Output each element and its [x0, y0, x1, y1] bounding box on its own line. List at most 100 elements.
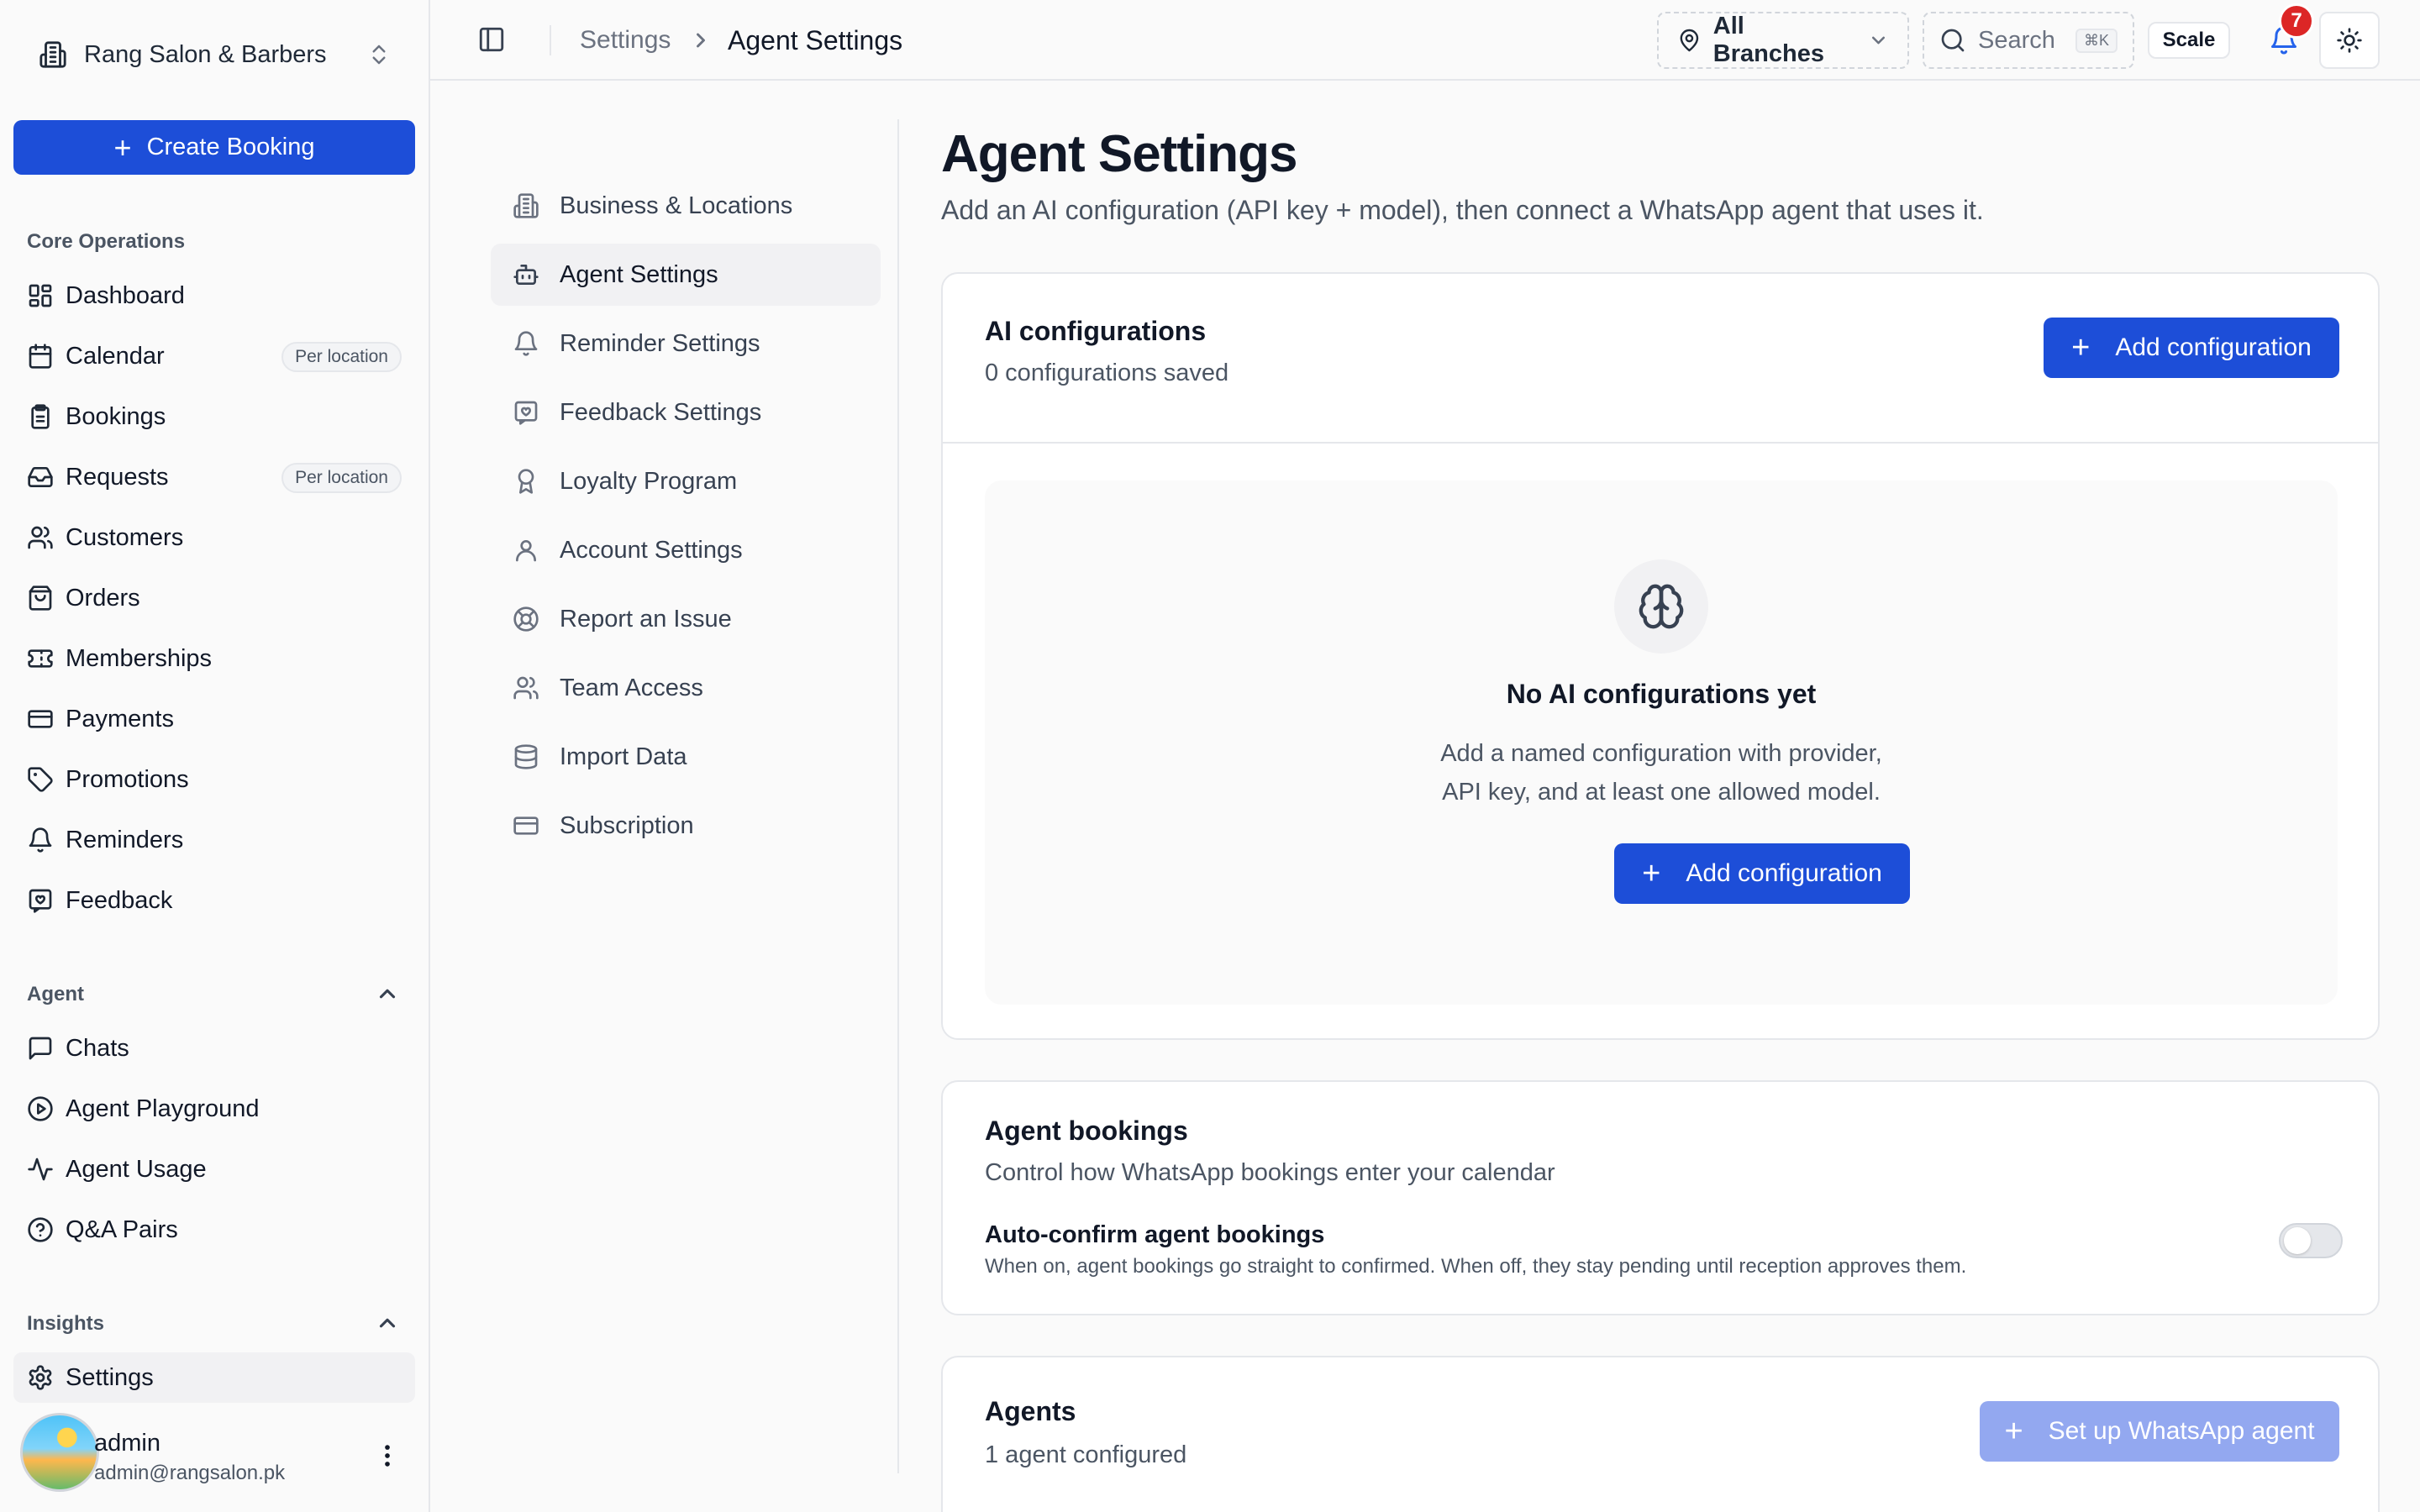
- sidebar-item-payments[interactable]: Payments: [13, 694, 415, 744]
- empty-state-title: No AI configurations yet: [1506, 679, 1817, 709]
- chevron-up-icon[interactable]: [375, 981, 400, 1006]
- card-title: AI configurations: [985, 316, 1207, 346]
- page-subtitle: Add an AI configuration (API key + model…: [941, 195, 1984, 225]
- sidebar-item-label: Payments: [66, 705, 174, 732]
- toggle-knob: [2284, 1227, 2311, 1254]
- sidebar-toggle-icon[interactable]: [477, 25, 506, 54]
- subnav-label: Import Data: [560, 743, 687, 770]
- agent-bookings-card: Agent bookings Control how WhatsApp book…: [941, 1080, 2380, 1315]
- chat-icon: [29, 1037, 52, 1060]
- help-circle-icon: [28, 1217, 53, 1242]
- credit-card-icon: [28, 710, 53, 728]
- user-menu[interactable]: admin admin@rangsalon.pk: [0, 1394, 429, 1512]
- message-heart-icon: [514, 401, 538, 425]
- plus-icon: +: [2004, 1414, 2023, 1449]
- shopping-bag-icon: [29, 585, 52, 611]
- map-pin-icon: [1680, 29, 1699, 52]
- button-label: Add configuration: [2115, 333, 2312, 361]
- sidebar-item-label: Calendar: [66, 342, 165, 370]
- sidebar-item-qa-pairs[interactable]: Q&A Pairs: [13, 1205, 415, 1255]
- divider: [943, 442, 2378, 444]
- chevron-down-icon: [1871, 36, 1886, 45]
- sidebar-item-reminders[interactable]: Reminders: [13, 815, 415, 865]
- calendar-icon: [29, 344, 52, 369]
- divider: [897, 119, 899, 1473]
- chevron-up-icon[interactable]: [375, 1310, 400, 1336]
- create-booking-button[interactable]: + Create Booking: [13, 120, 415, 175]
- sidebar-item-label: Promotions: [66, 765, 189, 793]
- user-name: admin: [94, 1430, 160, 1457]
- sidebar-item-requests[interactable]: Requests Per location: [13, 452, 415, 502]
- dashboard-icon: [29, 284, 52, 307]
- building-icon: [39, 41, 66, 68]
- search-icon: [1941, 29, 1965, 52]
- subnav-item-feedback-settings[interactable]: Feedback Settings: [491, 381, 881, 444]
- auto-confirm-toggle[interactable]: [2279, 1223, 2343, 1258]
- sidebar-item-orders[interactable]: Orders: [13, 573, 415, 623]
- subnav-label: Account Settings: [560, 536, 743, 564]
- more-vertical-icon[interactable]: [373, 1441, 402, 1470]
- subnav-item-account-settings[interactable]: Account Settings: [491, 519, 881, 581]
- empty-state-line: API key, and at least one allowed model.: [1442, 779, 1881, 806]
- subnav-label: Business & Locations: [560, 192, 793, 219]
- card-title: Agents: [985, 1396, 1076, 1426]
- plus-icon: +: [1642, 856, 1661, 891]
- subnav-label: Reminder Settings: [560, 329, 760, 357]
- sidebar-item-label: Bookings: [66, 402, 166, 430]
- clipboard-icon: [31, 404, 50, 429]
- card-title: Agent bookings: [985, 1116, 1188, 1146]
- sidebar-item-label: Settings: [66, 1363, 154, 1391]
- sidebar-item-chats[interactable]: Chats: [13, 1023, 415, 1074]
- inbox-icon: [28, 467, 53, 487]
- search-label: Search: [1978, 26, 2055, 54]
- sidebar-item-feedback[interactable]: Feedback: [13, 875, 415, 926]
- sidebar-item-label: Chats: [66, 1034, 129, 1062]
- subnav-item-reminder-settings[interactable]: Reminder Settings: [491, 312, 881, 375]
- empty-add-configuration-button[interactable]: + Add configuration: [1614, 843, 1910, 904]
- theme-toggle-button[interactable]: [2319, 12, 2380, 69]
- sidebar-item-agent-usage[interactable]: Agent Usage: [13, 1144, 415, 1194]
- empty-state-description: Add a named configuration with provider,…: [985, 734, 2338, 811]
- section-label-agent: Agent: [27, 983, 84, 1005]
- subnav-item-agent-settings[interactable]: Agent Settings: [491, 244, 881, 306]
- auto-confirm-description: When on, agent bookings go straight to c…: [985, 1255, 1967, 1278]
- setup-whatsapp-agent-button[interactable]: + Set up WhatsApp agent: [1980, 1401, 2339, 1462]
- plus-icon: +: [113, 129, 132, 165]
- tag-icon: [28, 767, 53, 792]
- org-switcher[interactable]: Rang Salon & Barbers: [13, 25, 417, 84]
- user-email: admin@rangsalon.pk: [94, 1462, 286, 1484]
- subnav-item-import-data[interactable]: Import Data: [491, 726, 881, 788]
- sidebar-item-memberships[interactable]: Memberships: [13, 633, 415, 684]
- breadcrumb-current: Agent Settings: [728, 25, 903, 55]
- subnav-item-loyalty-program[interactable]: Loyalty Program: [491, 450, 881, 512]
- sidebar-item-customers[interactable]: Customers: [13, 512, 415, 563]
- agents-count: 1 agent configured: [985, 1441, 1187, 1468]
- brain-icon-wrapper: [1614, 559, 1708, 654]
- sidebar-item-calendar[interactable]: Calendar Per location: [13, 331, 415, 381]
- sidebar-item-label: Orders: [66, 584, 140, 612]
- subnav-item-subscription[interactable]: Subscription: [491, 795, 881, 857]
- add-configuration-button[interactable]: + Add configuration: [2044, 318, 2339, 378]
- sidebar-item-agent-playground[interactable]: Agent Playground: [13, 1084, 415, 1134]
- empty-state: No AI configurations yet Add a named con…: [985, 480, 2338, 1005]
- plus-icon: +: [2071, 330, 2091, 365]
- sun-icon: [2337, 28, 2362, 53]
- sidebar-item-bookings[interactable]: Bookings: [13, 391, 415, 442]
- auto-confirm-label: Auto-confirm agent bookings: [985, 1221, 1325, 1248]
- search-button[interactable]: Search ⌘K: [1923, 12, 2134, 69]
- button-label: Add configuration: [1686, 859, 1882, 887]
- subnav-item-business-locations[interactable]: Business & Locations: [491, 175, 881, 237]
- divider: [550, 25, 551, 55]
- sidebar-item-label: Agent Usage: [66, 1155, 207, 1183]
- branch-selector[interactable]: All Branches: [1657, 12, 1909, 69]
- sidebar-item-dashboard[interactable]: Dashboard: [13, 270, 415, 321]
- users-icon: [513, 676, 539, 700]
- plan-badge[interactable]: Scale: [2148, 22, 2230, 59]
- sidebar-item-promotions[interactable]: Promotions: [13, 754, 415, 805]
- page-title: Agent Settings: [941, 125, 1297, 183]
- sidebar-item-label: Dashboard: [66, 281, 185, 309]
- subnav-item-team-access[interactable]: Team Access: [491, 657, 881, 719]
- subnav-item-report-issue[interactable]: Report an Issue: [491, 588, 881, 650]
- subnav-label: Subscription: [560, 811, 694, 839]
- breadcrumb-settings[interactable]: Settings: [580, 26, 671, 55]
